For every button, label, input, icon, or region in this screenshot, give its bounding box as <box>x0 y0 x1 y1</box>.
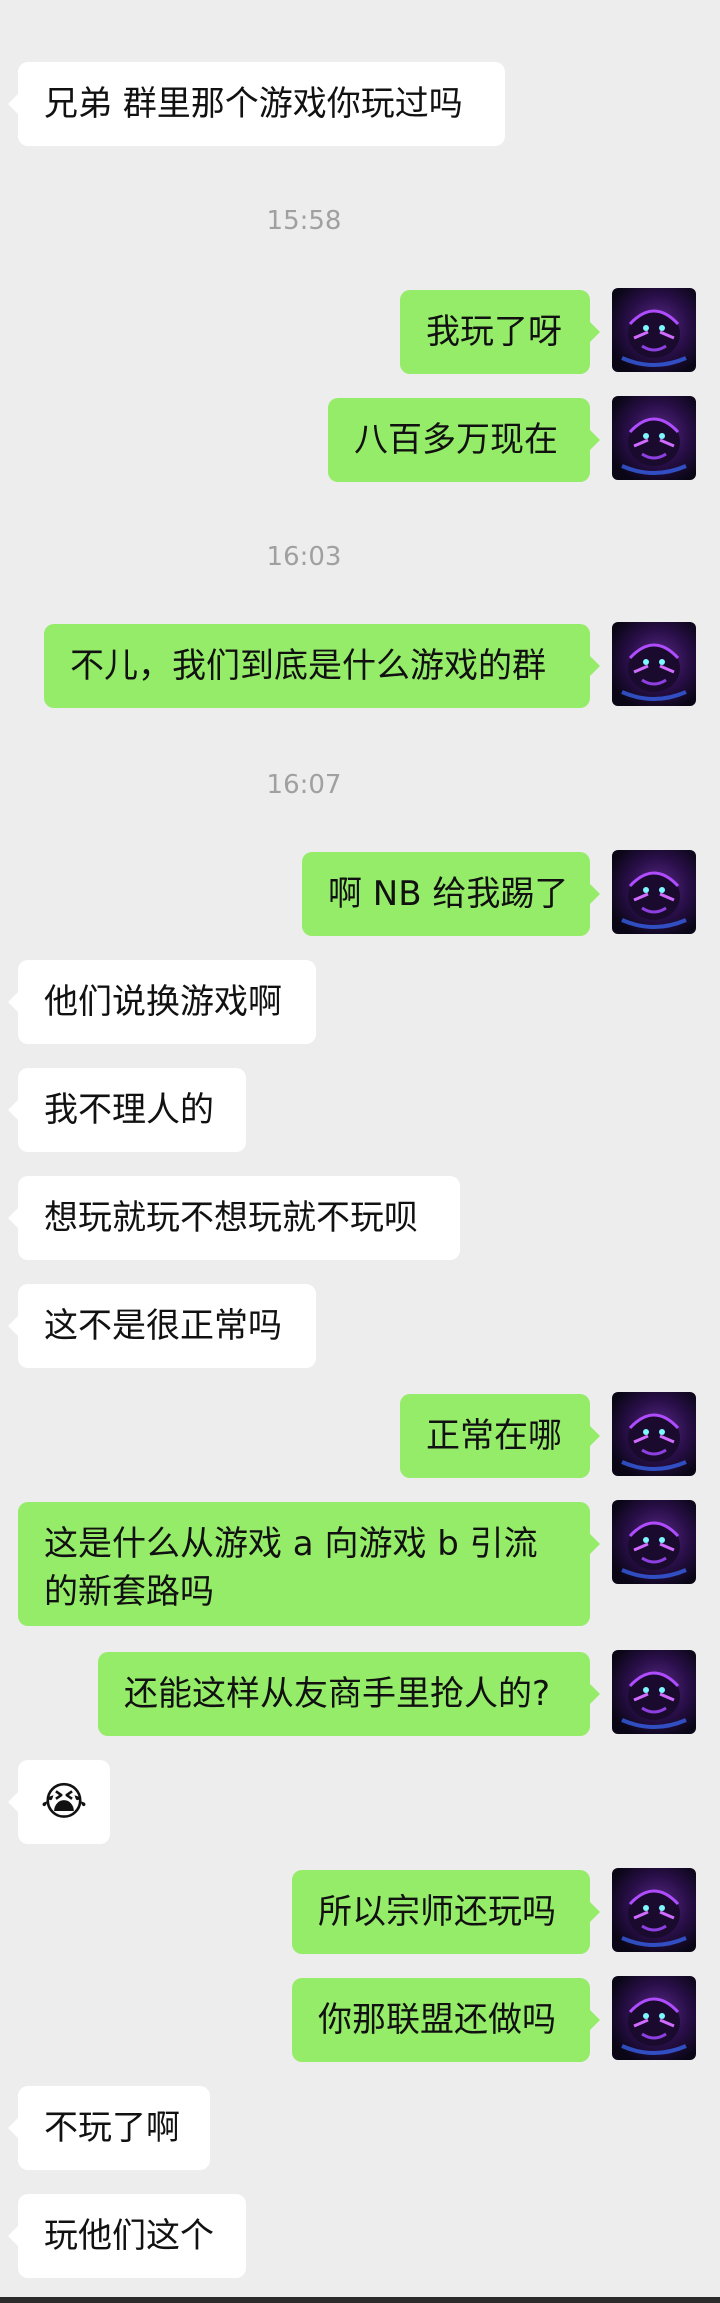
user-avatar[interactable] <box>612 1650 696 1734</box>
user-avatar[interactable] <box>612 1500 696 1584</box>
tiger-avatar-icon <box>621 643 687 701</box>
message-text: 还能这样从友商手里抢人的? <box>124 1674 551 1714</box>
message-text: 你那联盟还做吗 <box>318 2000 556 2040</box>
message-text: 八百多万现在 <box>354 420 558 460</box>
message-bubble-outgoing[interactable]: 正常在哪 <box>400 1394 600 1478</box>
message-text: 他们说换游戏啊 <box>44 982 282 1022</box>
user-avatar[interactable] <box>612 288 696 372</box>
tiger-avatar-icon <box>621 1997 687 2055</box>
user-avatar[interactable] <box>612 1976 696 2060</box>
message-bubble-outgoing[interactable]: 所以宗师还玩吗 <box>292 1870 600 1954</box>
user-avatar[interactable] <box>612 622 696 706</box>
message-text: 想玩就玩不想玩就不玩呗 <box>44 1198 418 1238</box>
message-text: 玩他们这个 <box>44 2216 214 2256</box>
message-bubble-outgoing[interactable]: 我玩了呀 <box>400 290 600 374</box>
message-bubble-outgoing[interactable]: 不儿，我们到底是什么游戏的群 <box>44 624 600 708</box>
message-bubble-incoming[interactable]: 😭 <box>8 1760 110 1844</box>
tiger-avatar-icon <box>621 1413 687 1471</box>
user-avatar[interactable] <box>612 1392 696 1476</box>
message-text: 不儿，我们到底是什么游戏的群 <box>70 646 546 686</box>
tiger-avatar-icon <box>621 417 687 475</box>
user-avatar[interactable] <box>612 850 696 934</box>
message-bubble-outgoing[interactable]: 你那联盟还做吗 <box>292 1978 600 2062</box>
tiger-avatar-icon <box>621 1521 687 1579</box>
user-avatar[interactable] <box>612 396 696 480</box>
tiger-avatar-icon <box>621 1889 687 1947</box>
message-text: 这不是很正常吗 <box>44 1306 282 1346</box>
message-bubble-incoming[interactable]: 这不是很正常吗 <box>8 1284 316 1368</box>
message-bubble-outgoing[interactable]: 还能这样从友商手里抢人的? <box>98 1652 600 1736</box>
user-avatar[interactable] <box>612 1868 696 1952</box>
tiger-avatar-icon <box>621 1671 687 1729</box>
message-text: 兄弟 群里那个游戏你玩过吗 <box>44 84 463 124</box>
message-text: 不玩了啊 <box>44 2108 180 2148</box>
tiger-avatar-icon <box>621 309 687 367</box>
message-bubble-outgoing[interactable]: 啊 NB 给我踢了 <box>302 852 600 936</box>
message-bubble-incoming[interactable]: 不玩了啊 <box>8 2086 210 2170</box>
timestamp: 16:07 <box>266 770 342 800</box>
message-bubble-incoming[interactable]: 他们说换游戏啊 <box>8 960 316 1044</box>
timestamp: 15:58 <box>266 206 342 236</box>
message-text: 这是什么从游戏 a 向游戏 b 引流的新套路吗 <box>44 1524 538 1612</box>
crying-face-emoji-icon: 😭 <box>40 1779 88 1825</box>
message-bubble-outgoing[interactable]: 这是什么从游戏 a 向游戏 b 引流的新套路吗 <box>18 1502 600 1626</box>
message-bubble-incoming[interactable]: 我不理人的 <box>8 1068 246 1152</box>
message-bubble-outgoing[interactable]: 八百多万现在 <box>328 398 600 482</box>
message-bubble-incoming[interactable]: 玩他们这个 <box>8 2194 246 2278</box>
message-text: 我不理人的 <box>44 1090 214 1130</box>
message-text: 我玩了呀 <box>426 312 562 352</box>
timestamp: 16:03 <box>266 542 342 572</box>
message-text: 所以宗师还玩吗 <box>318 1892 556 1932</box>
message-text: 啊 NB 给我踢了 <box>328 874 569 914</box>
message-bubble-incoming[interactable]: 想玩就玩不想玩就不玩呗 <box>8 1176 460 1260</box>
message-text: 正常在哪 <box>426 1416 562 1456</box>
tiger-avatar-icon <box>621 871 687 929</box>
message-bubble-incoming[interactable]: 兄弟 群里那个游戏你玩过吗 <box>8 62 505 146</box>
bottom-edge-bar <box>0 2297 720 2303</box>
